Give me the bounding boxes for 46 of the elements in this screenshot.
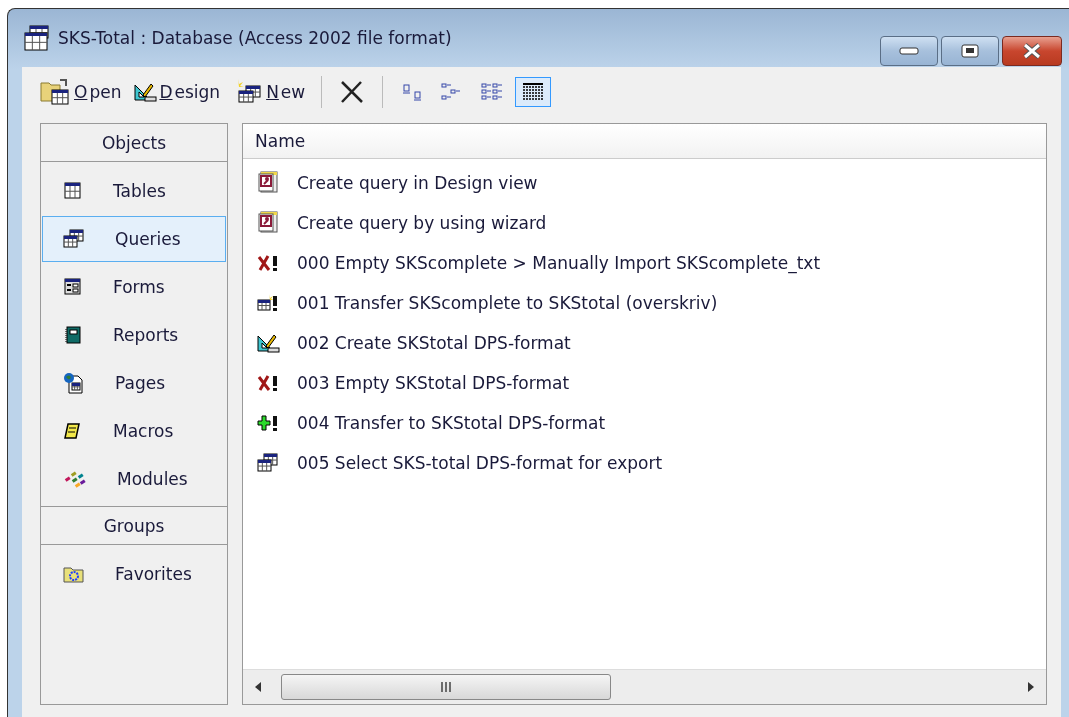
- maximize-icon: [960, 44, 980, 58]
- minimize-icon: [899, 47, 919, 55]
- object-type-item[interactable]: Tables: [42, 168, 226, 214]
- stacked-tables-icon: [63, 229, 85, 249]
- column-header[interactable]: Name: [243, 124, 1046, 158]
- window-title: SKS-Total : Database (Access 2002 file format): [58, 28, 453, 48]
- horizontal-scrollbar[interactable]: [243, 669, 1046, 704]
- object-type-item[interactable]: Forms: [42, 264, 226, 310]
- database-window-icon: [22, 23, 52, 53]
- design-button[interactable]: Design: [129, 79, 225, 105]
- object-type-item[interactable]: Modules: [42, 456, 226, 502]
- object-type-item[interactable]: Pages: [42, 360, 226, 406]
- scroll-icon: [63, 421, 83, 441]
- close-icon: [1021, 43, 1043, 59]
- modules-icon: [63, 469, 87, 489]
- globe-page-icon: [63, 372, 85, 394]
- set-square-pencil-icon: [133, 82, 158, 102]
- open-button[interactable]: Open: [36, 75, 126, 109]
- view-button[interactable]: [515, 77, 552, 107]
- scroll-right-icon: [1028, 682, 1034, 692]
- groups-header: Groups: [41, 506, 227, 545]
- query-name[interactable]: 003 Empty SKStotal DPS-format: [297, 373, 570, 393]
- new-button[interactable]: New: [228, 75, 310, 109]
- objects-header: Objects: [41, 124, 227, 162]
- object-type-item[interactable]: Macros: [42, 408, 226, 454]
- query-name[interactable]: 002 Create SKStotal DPS-format: [297, 333, 571, 353]
- object-type-item[interactable]: Queries: [42, 216, 226, 262]
- scroll-left-icon: [255, 682, 261, 692]
- close-button[interactable]: [1002, 36, 1062, 66]
- scrollbar-thumb[interactable]: [281, 674, 611, 700]
- query-name[interactable]: 005 Select SKS-total DPS-format for export: [297, 453, 663, 473]
- group-item[interactable]: Favorites: [42, 551, 226, 597]
- query-name[interactable]: Create query by using wizard: [297, 213, 547, 233]
- maximize-button[interactable]: [941, 36, 999, 66]
- book-icon: [63, 325, 83, 345]
- object-type-item[interactable]: Reports: [42, 312, 226, 358]
- query-name[interactable]: 000 Empty SKScomplete > Manually Import SKScomplete_txt: [297, 253, 821, 273]
- form-icon: [63, 277, 83, 297]
- query-name[interactable]: 004 Transfer to SKStotal DPS-format: [297, 413, 606, 433]
- table-icon: [63, 181, 83, 201]
- open-folder-icon: [40, 78, 72, 106]
- query-name[interactable]: Create query in Design view: [297, 173, 538, 193]
- minimize-button[interactable]: [880, 36, 938, 66]
- folder-star-icon: [63, 564, 85, 584]
- grip-icon: [441, 681, 451, 693]
- query-name[interactable]: 001 Transfer SKScomplete to SKStotal (overskriv): [297, 293, 718, 313]
